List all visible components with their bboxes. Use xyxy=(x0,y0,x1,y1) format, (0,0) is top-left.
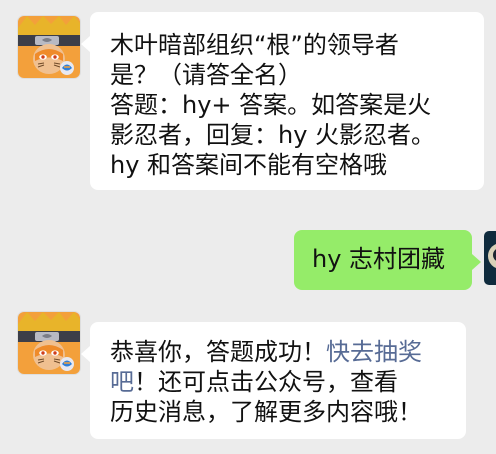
success-middle-text: ！还可点击公众号，查看 xyxy=(134,368,398,396)
question-line-3: 答题：hy+ 答案。如答案是火 xyxy=(110,91,432,119)
lottery-link[interactable]: 快去抽奖 xyxy=(326,338,422,366)
answer-text: hy 志村团藏 xyxy=(312,245,446,273)
naruto-avatar-icon xyxy=(18,312,80,374)
user-avatar-icon[interactable] xyxy=(484,231,496,285)
sender-avatar-icon[interactable] xyxy=(18,16,80,78)
question-line-5: hy 和答案间不能有空格哦 xyxy=(110,151,388,179)
success-prefix-text: 恭喜你，答题成功！ xyxy=(110,338,326,366)
question-line-4: 影忍者，回复：hy 火影忍者。 xyxy=(110,121,436,149)
sender-avatar-icon[interactable] xyxy=(18,312,80,374)
chat-thread: 木叶暗部组织“根”的领导者 是？（请答全名） 答题：hy+ 答案。如答案是火 影… xyxy=(0,0,496,454)
success-line-3: 历史消息，了解更多内容哦！ xyxy=(110,398,422,426)
incoming-message-success: 恭喜你，答题成功！快去抽奖 吧！还可点击公众号，查看 历史消息，了解更多内容哦！ xyxy=(81,322,466,439)
question-line-1: 木叶暗部组织“根”的领导者 xyxy=(110,31,399,59)
incoming-message-question: 木叶暗部组织“根”的领导者 是？（请答全名） 答题：hy+ 答案。如答案是火 影… xyxy=(81,12,484,190)
outgoing-message-answer: hy 志村团藏 xyxy=(294,230,481,290)
naruto-avatar-icon xyxy=(18,16,80,78)
question-line-2: 是？（请答全名） xyxy=(110,61,302,89)
lottery-link-continuation[interactable]: 吧 xyxy=(110,368,134,396)
success-line-1: 恭喜你，答题成功！快去抽奖 xyxy=(110,337,452,367)
success-line-2: 吧！还可点击公众号，查看 xyxy=(110,367,452,397)
